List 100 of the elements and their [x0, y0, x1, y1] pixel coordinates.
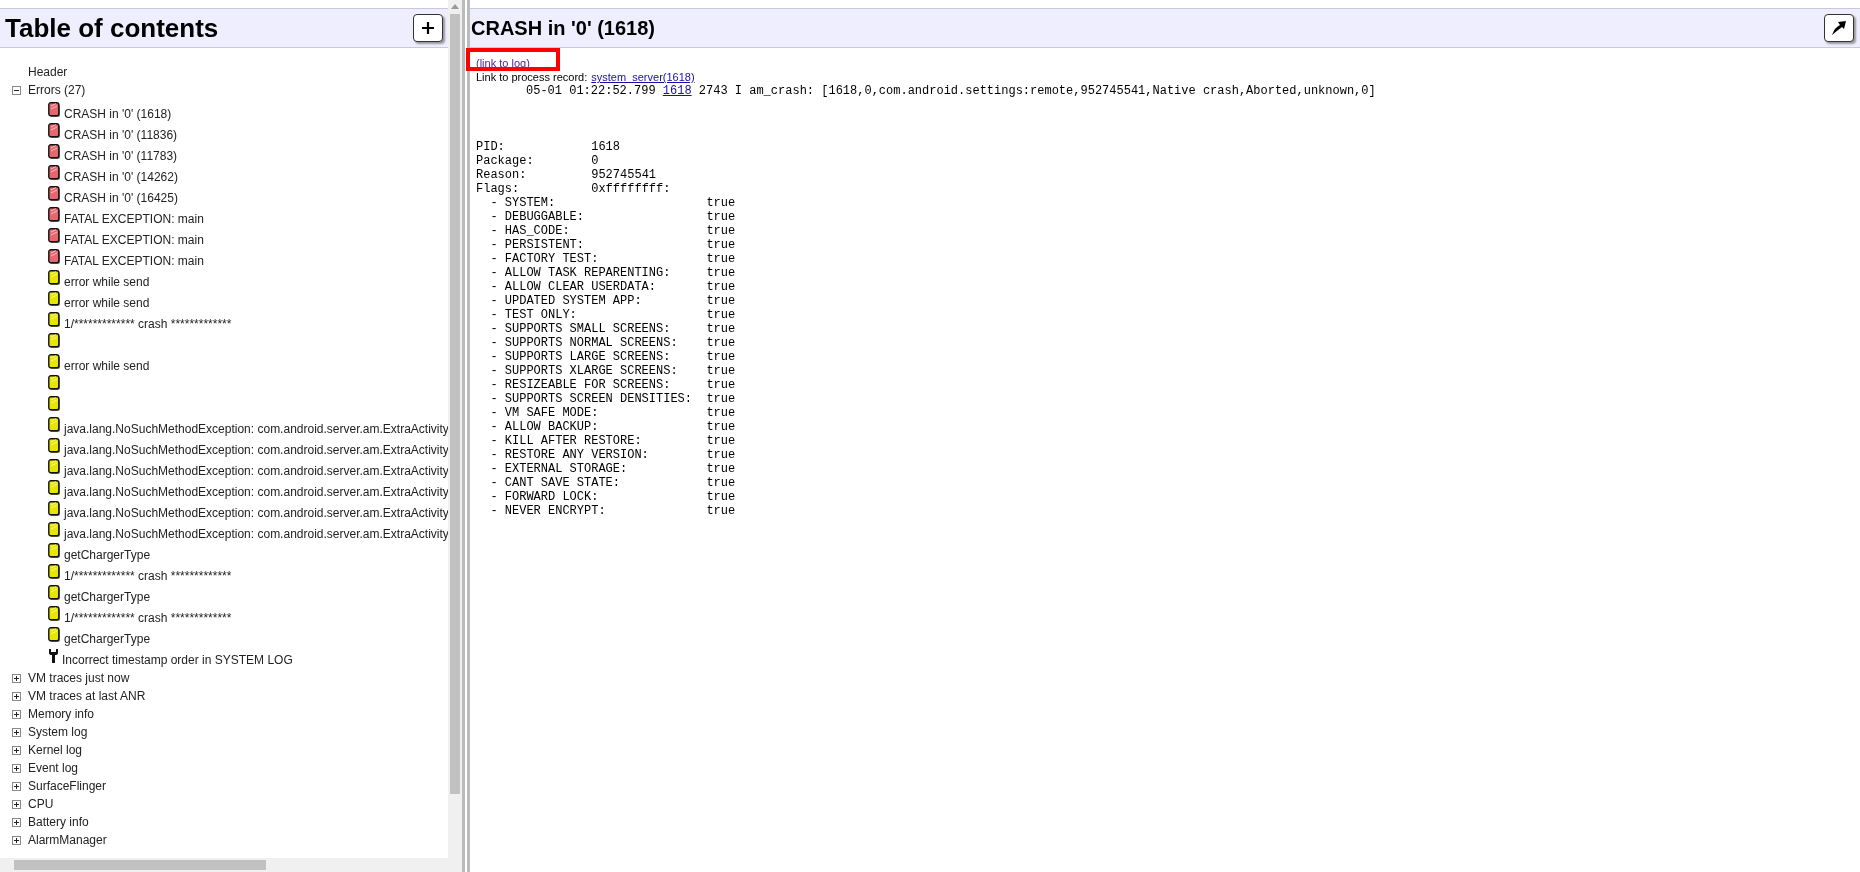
toc-item[interactable]: Memory info — [28, 705, 95, 723]
collapse-icon[interactable] — [12, 85, 21, 95]
toc-item[interactable]: System log — [28, 723, 88, 741]
status-icon — [48, 333, 61, 349]
flag-name: - SUPPORTS SMALL SCREENS: — [490, 322, 672, 336]
field-name: Reason: — [476, 168, 528, 182]
status-icon — [48, 438, 61, 454]
toc-item[interactable]: Battery info — [28, 813, 89, 831]
flag-value: true — [706, 420, 736, 434]
flag-value: true — [706, 238, 736, 252]
toc-title: Table of contents — [5, 11, 219, 45]
toc-item[interactable]: java.lang.NoSuchMethodException: com.android.server.am.ExtraActivity — [64, 464, 448, 479]
expand-icon[interactable] — [12, 835, 21, 845]
expand-icon[interactable] — [12, 763, 21, 773]
pid-link[interactable]: 1618 — [662, 84, 692, 98]
horizontal-scrollbar[interactable] — [0, 858, 462, 872]
status-icon — [48, 291, 61, 307]
toc-item[interactable]: FATAL EXCEPTION: main — [64, 254, 204, 269]
flag-name: - CANT SAVE STATE: — [490, 476, 621, 490]
status-icon — [48, 501, 61, 517]
toc-item[interactable]: CRASH in '0' (11836) — [64, 128, 178, 143]
flag-name: - RESTORE ANY VERSION: — [490, 448, 650, 462]
status-icon — [48, 207, 61, 223]
expand-icon[interactable] — [12, 727, 21, 737]
toc-item[interactable]: error while send — [64, 275, 150, 290]
add-button[interactable] — [413, 14, 443, 42]
toc-item[interactable]: FATAL EXCEPTION: main — [64, 212, 204, 227]
toc-item[interactable]: SurfaceFlinger — [28, 777, 107, 795]
toc-item[interactable]: Event log — [28, 759, 79, 777]
flag-value: true — [706, 476, 736, 490]
status-icon — [48, 249, 61, 265]
status-icon — [48, 585, 61, 601]
toc-item[interactable]: Errors (27) — [28, 81, 86, 99]
toc-item[interactable]: Incorrect timestamp order in SYSTEM LOG — [62, 653, 293, 668]
flag-name: - SUPPORTS SCREEN DENSITIES: — [490, 392, 694, 406]
toc-item[interactable]: error while send — [64, 359, 150, 374]
flag-name: - NEVER ENCRYPT: — [490, 504, 607, 518]
expand-icon[interactable] — [12, 673, 21, 683]
vertical-scrollbar[interactable] — [448, 0, 462, 858]
field-value: 952745541 — [591, 168, 657, 182]
field-name: Flags: — [476, 182, 521, 196]
flag-name: - KILL AFTER RESTORE: — [490, 434, 643, 448]
expand-icon[interactable] — [12, 781, 21, 791]
toc-item[interactable]: VM traces just now — [28, 669, 130, 687]
flag-value: true — [706, 322, 736, 336]
flag-value: true — [706, 210, 736, 224]
toc-item[interactable]: CRASH in '0' (1618) — [64, 107, 172, 122]
toc-item[interactable]: 1/************* crash ************* — [64, 611, 232, 626]
toc-item[interactable]: CRASH in '0' (16425) — [64, 191, 178, 206]
toc-item[interactable]: java.lang.NoSuchMethodException: com.android.server.am.ExtraActivity — [64, 443, 448, 458]
flag-value: true — [706, 406, 736, 420]
field-name: PID: — [476, 140, 506, 154]
expand-icon[interactable] — [12, 799, 21, 809]
expand-icon[interactable] — [12, 709, 21, 719]
flag-name: - PERSISTENT: — [490, 238, 585, 252]
toc-item[interactable]: CPU — [28, 795, 54, 813]
process-record-link[interactable]: system_server(1618) — [591, 70, 695, 84]
flag-name: - FORWARD LOCK: — [490, 490, 600, 504]
arrow-icon — [1830, 19, 1848, 37]
toc-item[interactable]: 1/************* crash ************* — [64, 569, 232, 584]
log-timestamp: 05-01 01:22:52.799 — [526, 84, 656, 98]
log-message: 2743 I am_crash: [1618,0,com.android.settings:remote,952745541,Native crash,Aborted,unknown,0] — [698, 84, 1376, 98]
toc-item[interactable]: java.lang.NoSuchMethodException: com.android.server.am.ExtraActivity — [64, 527, 448, 542]
toc-item[interactable]: FATAL EXCEPTION: main — [64, 233, 204, 248]
toc-item[interactable]: error while send — [64, 296, 150, 311]
toc-item[interactable]: getChargerType — [64, 590, 151, 605]
flag-value: true — [706, 308, 736, 322]
toc-item[interactable]: CRASH in '0' (14262) — [64, 170, 178, 185]
expand-icon[interactable] — [12, 817, 21, 827]
toc-item[interactable]: VM traces at last ANR — [28, 687, 146, 705]
flag-value: true — [706, 280, 736, 294]
status-icon — [48, 417, 61, 433]
flag-name: - SUPPORTS NORMAL SCREENS: — [490, 336, 679, 350]
toc-item[interactable]: AlarmManager — [28, 831, 107, 849]
status-icon — [48, 102, 61, 118]
flag-name: - SUPPORTS XLARGE SCREENS: — [490, 364, 679, 378]
toc-item[interactable]: getChargerType — [64, 632, 151, 647]
toc-item[interactable]: java.lang.NoSuchMethodException: com.android.server.am.ExtraActivity — [64, 506, 448, 521]
status-icon — [48, 459, 61, 475]
process-record-label: Link to process record: — [476, 70, 588, 84]
status-icon — [48, 312, 61, 328]
field-name: Package: — [476, 154, 535, 168]
toc-item[interactable]: getChargerType — [64, 548, 151, 563]
flag-name: - RESIZEABLE FOR SCREENS: — [490, 378, 672, 392]
flag-value: true — [706, 490, 736, 504]
toc-item[interactable]: CRASH in '0' (11783) — [64, 149, 178, 164]
expand-icon[interactable] — [12, 745, 21, 755]
toc-item[interactable]: Header — [28, 63, 68, 81]
flag-name: - SYSTEM: — [490, 196, 557, 210]
flag-value: true — [706, 336, 736, 350]
flag-value: true — [706, 504, 736, 518]
toc-item[interactable]: java.lang.NoSuchMethodException: com.android.server.am.ExtraActivity — [64, 485, 448, 500]
flag-value: true — [706, 294, 736, 308]
expand-icon[interactable] — [12, 691, 21, 701]
status-icon — [48, 522, 61, 538]
toc-item[interactable]: java.lang.NoSuchMethodException: com.android.server.am.ExtraActivity — [64, 422, 448, 437]
open-button[interactable] — [1824, 14, 1854, 42]
toc-item[interactable]: Kernel log — [28, 741, 83, 759]
toc-item[interactable]: 1/************* crash ************* — [64, 317, 232, 332]
plus-icon — [421, 21, 435, 35]
